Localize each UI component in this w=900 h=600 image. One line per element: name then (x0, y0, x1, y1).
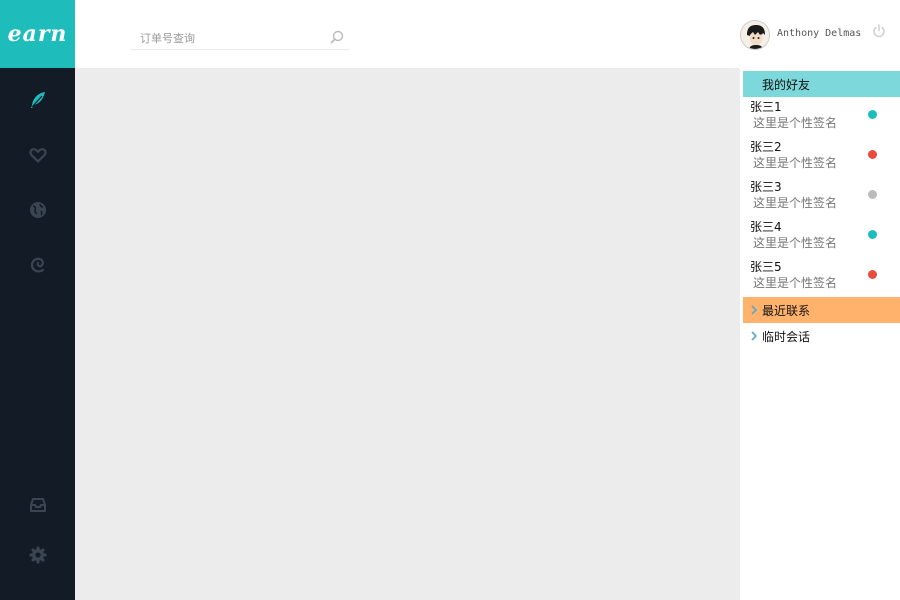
friend-item[interactable]: 张三1 这里是个性签名 (750, 98, 890, 138)
main-content (75, 68, 740, 600)
friend-item[interactable]: 张三4 这里是个性签名 (750, 218, 890, 258)
app-logo[interactable]: earn (0, 0, 75, 68)
logo-text: earn (7, 21, 68, 47)
inbox-icon (29, 498, 46, 512)
status-dot (868, 270, 877, 279)
friend-signature: 这里是个性签名 (753, 156, 838, 170)
top-header: Anthony Delmas (75, 0, 900, 68)
group-title-recent: 最近联系 (762, 303, 811, 318)
nav-item-swirl[interactable] (0, 245, 75, 285)
friend-signature: 这里是个性签名 (753, 236, 838, 250)
contacts-panel: 我的好友 张三1 这里是个性签名 张三2 这里是个性签名 张三3 这里是个性签名… (740, 68, 900, 600)
gear-icon (29, 546, 46, 564)
group-header-recent[interactable]: 最近联系 (743, 297, 900, 323)
status-dot (868, 230, 877, 239)
search-input[interactable] (140, 29, 320, 47)
chevron-right-icon (751, 331, 758, 341)
swirl-icon (30, 257, 44, 273)
avatar[interactable] (740, 20, 770, 50)
friend-name: 张三3 (750, 180, 782, 194)
friend-name: 张三5 (750, 260, 782, 274)
nav-item-inbox[interactable] (0, 485, 75, 525)
friend-signature: 这里是个性签名 (753, 276, 838, 290)
status-dot (868, 110, 877, 119)
heart-icon (28, 148, 47, 163)
group-header-friends[interactable]: 我的好友 (743, 71, 900, 97)
friend-name: 张三2 (750, 140, 782, 154)
feather-icon (30, 92, 45, 108)
nav-item-heart[interactable] (0, 135, 75, 175)
search-box (130, 26, 350, 50)
nav-item-globe[interactable] (0, 190, 75, 230)
friend-signature: 这里是个性签名 (753, 196, 838, 210)
power-icon[interactable] (872, 24, 886, 38)
group-header-temp[interactable]: 临时会话 (743, 323, 900, 349)
friend-item[interactable]: 张三5 这里是个性签名 (750, 258, 890, 298)
nav-item-feather[interactable] (0, 80, 75, 120)
group-title-friends: 我的好友 (762, 77, 811, 92)
friend-name: 张三1 (750, 100, 782, 114)
friend-item[interactable]: 张三3 这里是个性签名 (750, 178, 890, 218)
friend-item[interactable]: 张三2 这里是个性签名 (750, 138, 890, 178)
search-icon[interactable] (330, 30, 344, 44)
friend-signature: 这里是个性签名 (753, 116, 838, 130)
username[interactable]: Anthony Delmas (777, 28, 861, 39)
globe-icon (29, 202, 46, 218)
friend-name: 张三4 (750, 220, 782, 234)
status-dot (868, 190, 877, 199)
sidebar: earn (0, 0, 75, 600)
status-dot (868, 150, 877, 159)
chevron-right-icon (751, 305, 758, 315)
nav-item-settings[interactable] (0, 535, 75, 575)
avatar-image (741, 21, 769, 49)
group-title-temp: 临时会话 (762, 329, 811, 344)
